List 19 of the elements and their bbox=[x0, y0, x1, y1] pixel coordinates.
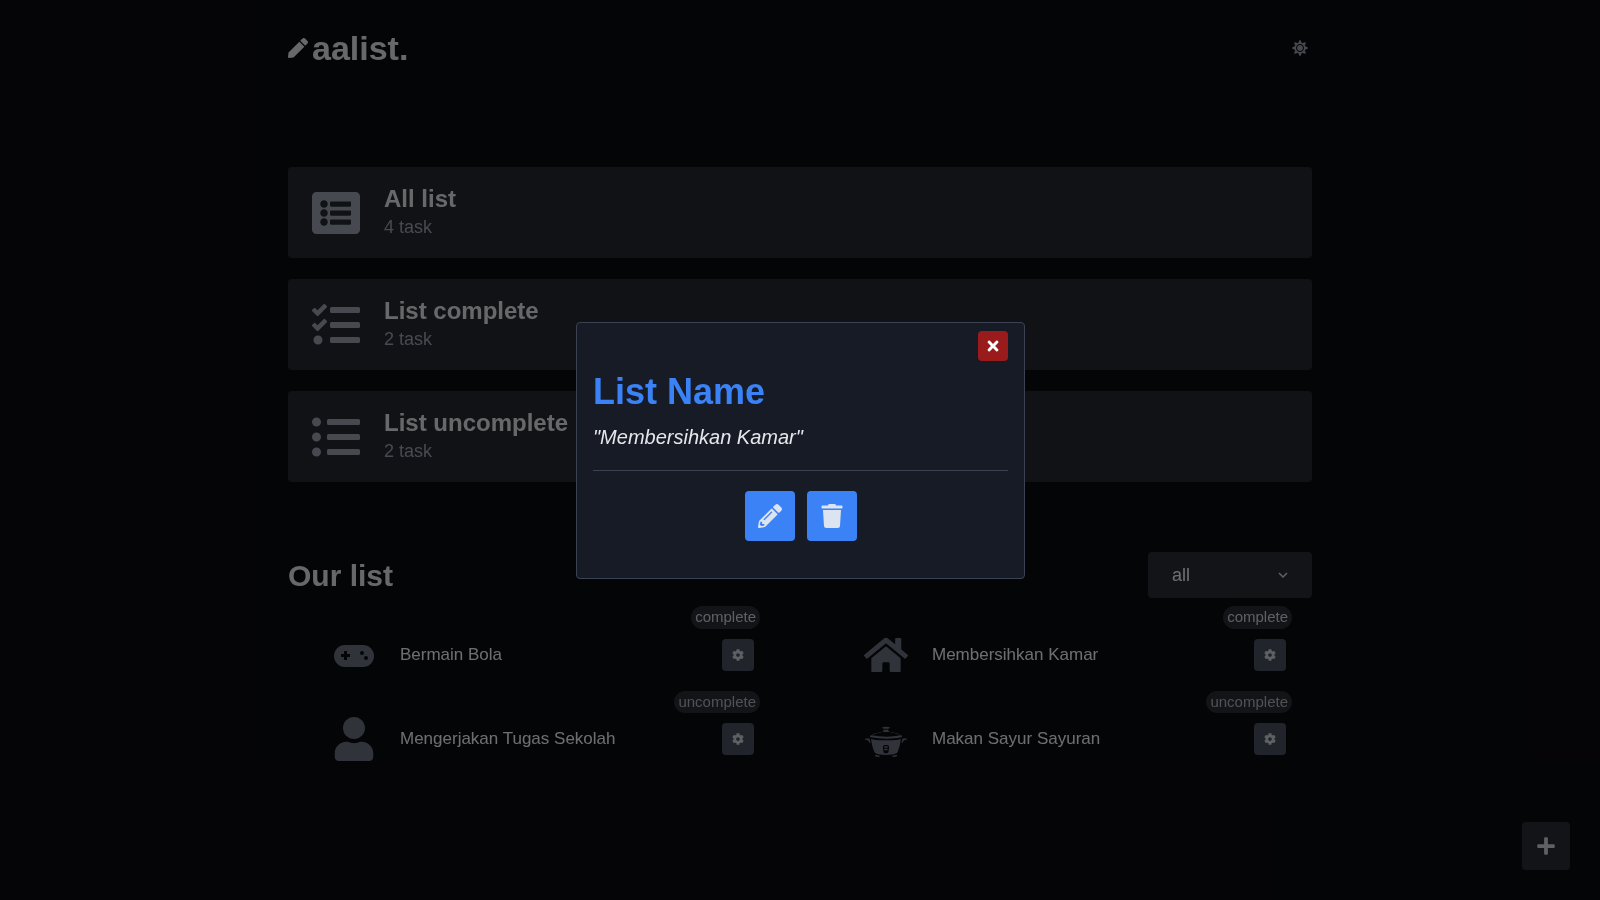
card-title: All list bbox=[384, 184, 456, 214]
task-name: Bermain Bola bbox=[400, 643, 503, 666]
task-count: 2 task bbox=[384, 328, 434, 351]
task-count: 4 task bbox=[384, 216, 434, 239]
card-title: List complete bbox=[384, 296, 539, 326]
task-name: Membersihkan Kamar bbox=[932, 643, 1099, 666]
status-badge: uncomplete bbox=[674, 690, 760, 713]
task-name: Makan Sayur Sayuran bbox=[932, 728, 1101, 751]
select-value: all bbox=[1172, 563, 1190, 587]
section-title: Our list bbox=[288, 557, 393, 594]
status-badge: complete bbox=[691, 606, 760, 629]
status-badge: uncomplete bbox=[1206, 690, 1292, 713]
modal-title: List Name bbox=[593, 370, 767, 414]
logo: aalist. bbox=[312, 27, 409, 69]
task-name: Mengerjakan Tugas Sekolah bbox=[400, 728, 616, 751]
card-title: List uncomplete bbox=[384, 408, 569, 438]
task-count: 2 task bbox=[384, 440, 434, 463]
status-badge: complete bbox=[1223, 606, 1292, 629]
modal-subtitle: "Membersihkan Kamar" bbox=[593, 425, 805, 450]
